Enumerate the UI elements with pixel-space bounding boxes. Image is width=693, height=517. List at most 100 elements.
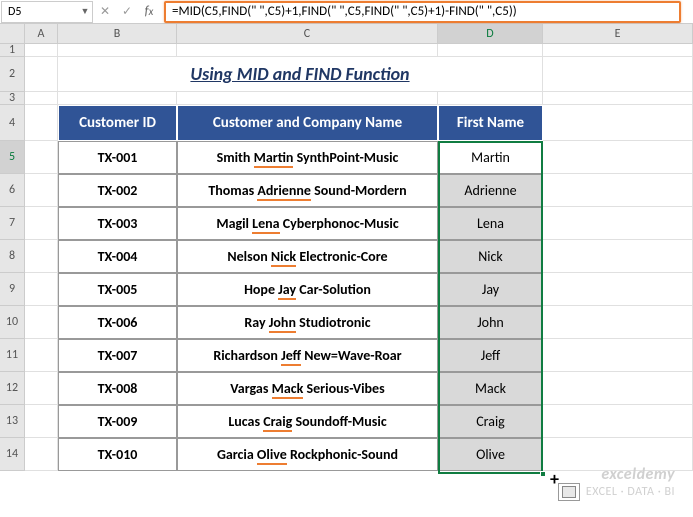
row-header-4[interactable]: 4 — [0, 105, 25, 141]
customer-id-cell[interactable]: TX-001 — [58, 141, 177, 174]
cell[interactable] — [25, 306, 58, 339]
cell[interactable] — [543, 273, 693, 306]
customer-name-cell[interactable]: Ray John Studiotronic — [177, 306, 438, 339]
customer-name-cell[interactable]: Magil Lena Cyberphonoc-Music — [177, 207, 438, 240]
customer-id-cell[interactable]: TX-002 — [58, 174, 177, 207]
row-header-12[interactable]: 12 — [0, 372, 25, 405]
cell[interactable] — [25, 174, 58, 207]
page-title[interactable]: Using MID and FIND Function — [58, 57, 543, 92]
first-name-cell[interactable]: Olive — [438, 438, 543, 471]
confirm-icon: ✓ — [116, 1, 138, 23]
select-all-corner[interactable] — [0, 24, 25, 44]
cell[interactable] — [58, 44, 177, 57]
cell[interactable] — [25, 273, 58, 306]
formula-input[interactable]: =MID(C5,FIND(" ",C5)+1,FIND(" ",C5,FIND(… — [164, 1, 681, 23]
customer-name-cell[interactable]: Vargas Mack Serious-Vibes — [177, 372, 438, 405]
col-header-c[interactable]: C — [177, 24, 438, 44]
table-header-first[interactable]: First Name — [438, 105, 543, 141]
first-name-cell[interactable]: Jay — [438, 273, 543, 306]
cell[interactable] — [438, 44, 543, 57]
row-header-10[interactable]: 10 — [0, 306, 25, 339]
cell[interactable] — [543, 141, 693, 174]
customer-id-cell[interactable]: TX-006 — [58, 306, 177, 339]
table-header-name[interactable]: Customer and Company Name — [177, 105, 438, 141]
customer-name-cell[interactable]: Richardson Jeff New=Wave-Roar — [177, 339, 438, 372]
fill-handle[interactable] — [540, 471, 546, 477]
row-header-13[interactable]: 13 — [0, 405, 25, 438]
table-header-id[interactable]: Customer ID — [58, 105, 177, 141]
customer-id-cell[interactable]: TX-005 — [58, 273, 177, 306]
first-name-cell[interactable]: Adrienne — [438, 174, 543, 207]
col-header-a[interactable]: A — [25, 24, 58, 44]
customer-name-cell[interactable]: Thomas Adrienne Sound-Mordern — [177, 174, 438, 207]
row-header-2[interactable]: 2 — [0, 57, 25, 92]
customer-name-cell[interactable]: Garcia Olive Rockphonic-Sound — [177, 438, 438, 471]
cell[interactable] — [543, 438, 693, 471]
cell[interactable] — [543, 92, 693, 105]
row-header-14[interactable]: 14 — [0, 438, 25, 471]
cell[interactable] — [543, 372, 693, 405]
customer-name-cell[interactable]: Nelson Nick Electronic-Core — [177, 240, 438, 273]
customer-id-cell[interactable]: TX-004 — [58, 240, 177, 273]
row-header-7[interactable]: 7 — [0, 207, 25, 240]
customer-id-cell[interactable]: TX-009 — [58, 405, 177, 438]
first-name-cell[interactable]: Nick — [438, 240, 543, 273]
first-name-cell[interactable]: Lena — [438, 207, 543, 240]
cell[interactable] — [25, 92, 58, 105]
fx-icon[interactable]: fx — [138, 1, 160, 23]
cell[interactable] — [177, 92, 438, 105]
customer-name-cell[interactable]: Smith Martin SynthPoint-Music — [177, 141, 438, 174]
cell[interactable] — [543, 306, 693, 339]
first-name-cell[interactable]: Craig — [438, 405, 543, 438]
customer-name-cell[interactable]: Hope Jay Car-Solution — [177, 273, 438, 306]
customer-id-cell[interactable]: TX-007 — [58, 339, 177, 372]
cell[interactable] — [438, 92, 543, 105]
watermark-subtitle: EXCEL · DATA · BI — [586, 485, 675, 499]
row-header-6[interactable]: 6 — [0, 174, 25, 207]
row-header-5[interactable]: 5 — [0, 141, 25, 174]
row-header-9[interactable]: 9 — [0, 273, 25, 306]
row-header-8[interactable]: 8 — [0, 240, 25, 273]
cell[interactable] — [25, 405, 58, 438]
cell[interactable] — [25, 44, 58, 57]
col-header-b[interactable]: B — [58, 24, 177, 44]
row-header-11[interactable]: 11 — [0, 339, 25, 372]
autofill-icon — [562, 486, 576, 498]
customer-id-cell[interactable]: TX-010 — [58, 438, 177, 471]
cell[interactable] — [58, 92, 177, 105]
col-header-e[interactable]: E — [543, 24, 693, 44]
customer-name-cell[interactable]: Lucas Craig Soundoff-Music — [177, 405, 438, 438]
row-header-1[interactable]: 1 — [0, 44, 25, 57]
cell[interactable] — [25, 57, 58, 92]
cell[interactable] — [543, 57, 693, 92]
cancel-icon: ✕ — [94, 1, 116, 23]
cell[interactable] — [543, 44, 693, 57]
first-name-cell[interactable]: Jeff — [438, 339, 543, 372]
cell[interactable] — [25, 372, 58, 405]
cell[interactable] — [177, 44, 438, 57]
first-name-cell[interactable]: Martin — [438, 141, 543, 174]
cell[interactable] — [25, 141, 58, 174]
cell[interactable] — [25, 339, 58, 372]
name-box-value: D5 — [2, 5, 78, 19]
autofill-options-button[interactable] — [558, 483, 580, 501]
cell[interactable] — [543, 339, 693, 372]
cell[interactable] — [25, 240, 58, 273]
name-box-dropdown-icon[interactable]: ▼ — [78, 3, 92, 21]
cell[interactable] — [25, 438, 58, 471]
cell[interactable] — [25, 105, 58, 141]
cell[interactable] — [543, 240, 693, 273]
cell[interactable] — [543, 174, 693, 207]
first-name-cell[interactable]: John — [438, 306, 543, 339]
cell[interactable] — [543, 105, 693, 141]
row-header-3[interactable]: 3 — [0, 92, 25, 105]
cell[interactable] — [543, 207, 693, 240]
cell[interactable] — [25, 207, 58, 240]
name-box[interactable]: D5 ▼ — [1, 1, 93, 23]
customer-id-cell[interactable]: TX-008 — [58, 372, 177, 405]
first-name-cell[interactable]: Mack — [438, 372, 543, 405]
col-header-d[interactable]: D — [438, 24, 543, 44]
cell[interactable] — [543, 405, 693, 438]
customer-id-cell[interactable]: TX-003 — [58, 207, 177, 240]
formula-text: =MID(C5,FIND(" ",C5)+1,FIND(" ",C5,FIND(… — [172, 4, 517, 19]
